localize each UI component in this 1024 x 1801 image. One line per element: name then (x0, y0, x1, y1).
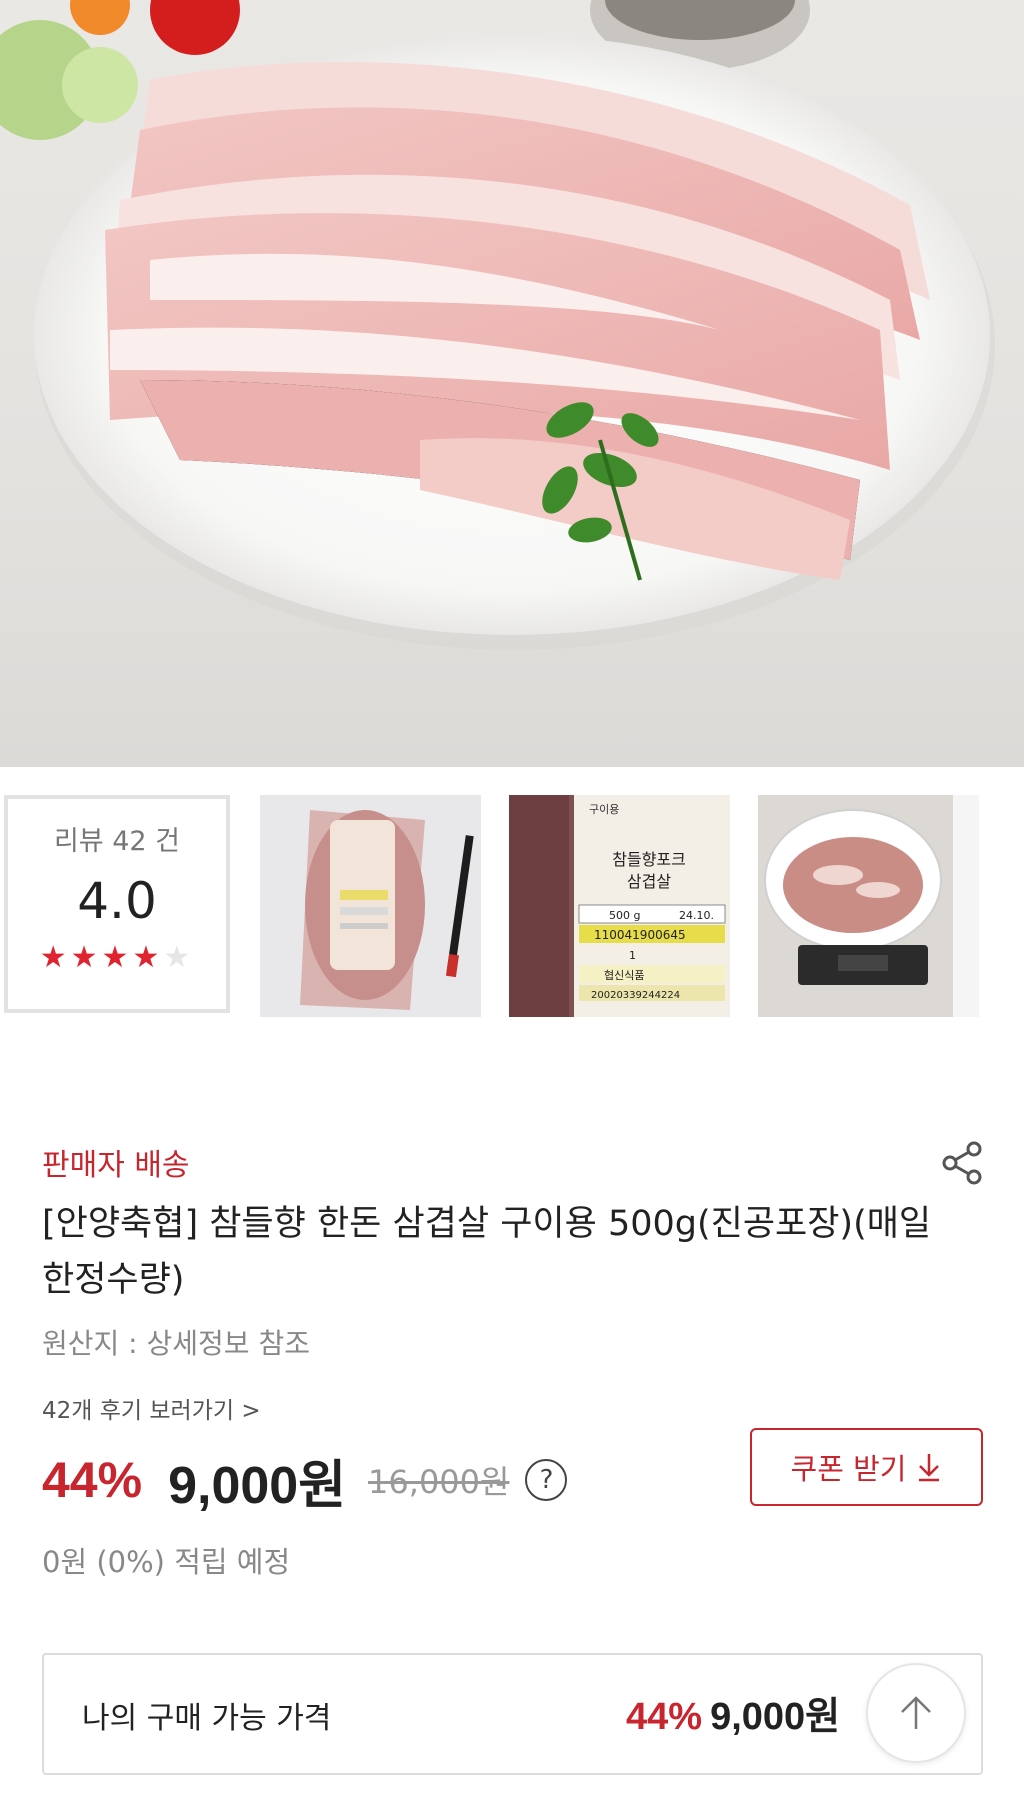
sale-price: 9,000원 (168, 1456, 347, 1515)
thumbnail-strip: 리뷰 42 건 4.0 ★★★★★ 참들향포크 삼겹살 구이용 500 g 24… (0, 795, 1024, 1017)
rating-stars: ★★★★★ (8, 940, 226, 975)
share-button[interactable] (940, 1140, 986, 1186)
review-rating: 4.0 (77, 872, 157, 930)
star-icon: ★ (39, 940, 71, 975)
product-title: [안양축협] 참들향 한돈 삼겹살 구이용 500g(진공포장)(매일 한정수량… (42, 1204, 932, 1300)
coupon-label: 쿠폰 받기 (790, 1452, 907, 1486)
label-use: 구이용 (589, 803, 619, 816)
star-icon: ★ (101, 940, 133, 975)
price-row: 44% 9,000원 16,000원 ? (42, 1445, 568, 1515)
scroll-top-button[interactable] (866, 1663, 966, 1763)
gallery-next-button[interactable] (978, 795, 1024, 1017)
label-number: 20020339244224 (591, 990, 680, 1001)
my-price-discount: 44% (626, 1696, 703, 1738)
my-price-amount: 9,000원 (710, 1696, 841, 1738)
download-icon (919, 1454, 940, 1482)
star-icon: ★ (70, 940, 102, 975)
star-icon: ★ (132, 940, 164, 975)
delivery-type: 판매자 배송 (42, 1148, 190, 1183)
reward-points: 0원 (0%) 적립 예정 (42, 1545, 291, 1579)
label-company: 협신식품 (604, 969, 644, 982)
thumbnail-1[interactable] (260, 795, 481, 1017)
label-date: 24.10. (679, 909, 714, 922)
origin-info: 원산지 : 상세정보 참조 (42, 1327, 310, 1360)
chevron-right-icon (990, 876, 1015, 936)
thumbnail-3[interactable] (758, 795, 979, 1017)
arrow-up-icon (901, 1696, 931, 1729)
original-price: 16,000원 (368, 1463, 510, 1501)
thumbnail-2[interactable]: 참들향포크 삼겹살 구이용 500 g 24.10. 110041900645 … (509, 795, 730, 1017)
review-count: 리뷰 42 건 (53, 826, 181, 857)
review-summary[interactable]: 리뷰 42 건 4.0 ★★★★★ (4, 795, 230, 1013)
label-grade: 1 (629, 949, 636, 962)
star-empty-icon: ★ (163, 940, 195, 975)
label-barcode: 110041900645 (594, 928, 686, 942)
review-link[interactable]: 42개 후기 보러가기 > (42, 1391, 261, 1425)
my-price-value: 44% 9,000원 (626, 1685, 840, 1740)
label-brand: 참들향포크 (612, 850, 686, 869)
share-icon (942, 1141, 982, 1185)
label-weight: 500 g (609, 909, 640, 922)
label-cut: 삼겹살 (627, 872, 671, 891)
discount-rate: 44% (42, 1452, 143, 1508)
price-help-icon[interactable]: ? (525, 1459, 568, 1501)
product-main-image[interactable] (0, 0, 1024, 767)
my-price-box[interactable]: 나의 구매 가능 가격 44% 9,000원 (42, 1653, 983, 1775)
my-price-label: 나의 구매 가능 가격 (82, 1701, 332, 1736)
coupon-button[interactable]: 쿠폰 받기 (750, 1428, 983, 1506)
